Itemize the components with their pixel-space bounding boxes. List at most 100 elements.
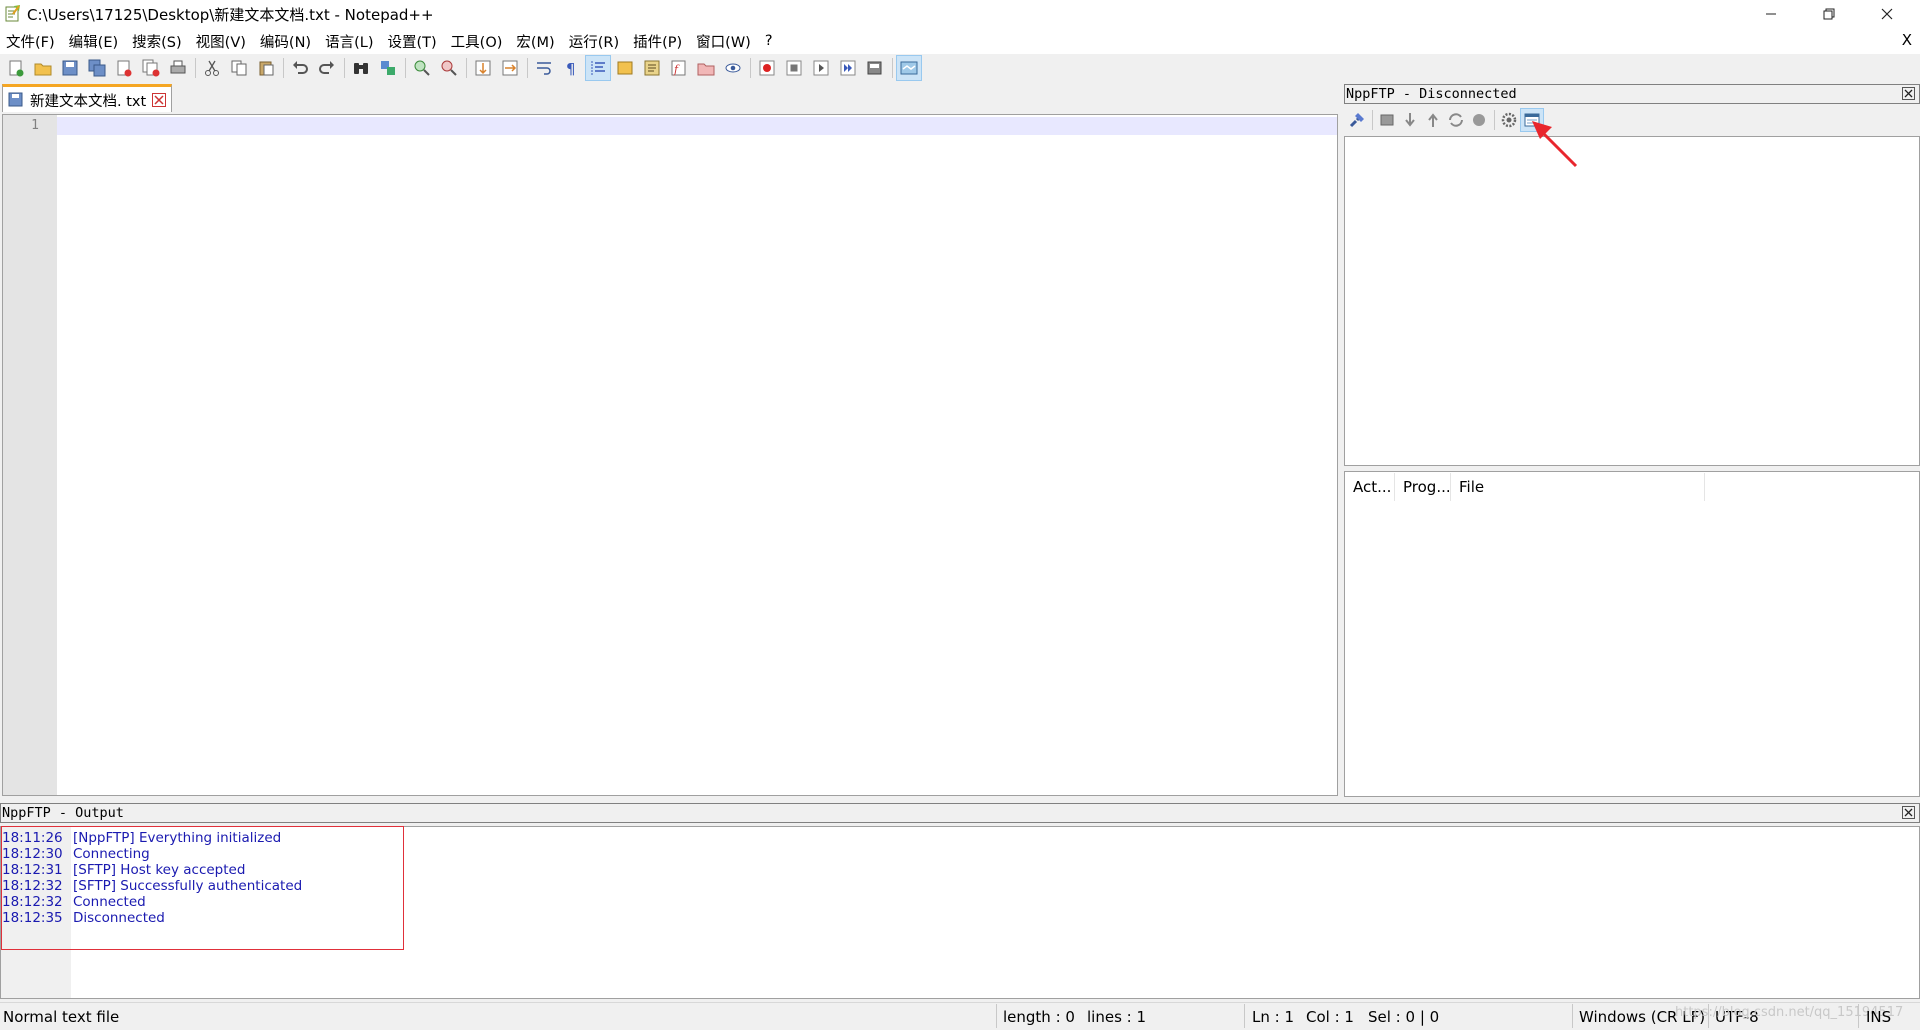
menu-file[interactable]: 文件(F) [0,31,62,52]
tab-close-icon[interactable] [152,93,166,107]
abort-icon [1473,114,1485,126]
new-file-button[interactable] [4,56,28,80]
red-arrow-annotation [1532,121,1578,168]
print-button[interactable] [166,56,190,80]
ftp-refresh-button[interactable] [1445,109,1467,131]
toolbar-separator [1372,110,1373,130]
paste-button[interactable] [254,56,278,80]
ftp-abort-button[interactable] [1468,109,1490,131]
ftp-directory-tree[interactable] [1344,136,1920,466]
menu-run[interactable]: 运行(R) [562,31,626,52]
replace-button[interactable] [376,56,400,80]
toolbar: ¶ f [0,54,1920,82]
nppftp-show-button[interactable] [896,55,922,81]
menu-bar: 文件(F) 编辑(E) 搜索(S) 视图(V) 编码(N) 语言(L) 设置(T… [0,28,1920,54]
record-macro-button[interactable] [755,56,779,80]
toolbar-separator [195,58,196,78]
user-language-icon [617,61,633,75]
record-icon [759,60,775,76]
indent-guide-button[interactable] [585,55,611,81]
ftp-upload-button[interactable] [1422,109,1444,131]
ftp-connect-button[interactable] [1346,109,1368,131]
status-insert-mode: INS [1866,1008,1892,1026]
menu-edit[interactable]: 编辑(E) [62,31,125,52]
save-macro-button[interactable] [863,56,887,80]
nppftp-caption: NppFTP - Disconnected [1346,86,1517,102]
new-file-icon [9,60,24,77]
document-map-button[interactable] [640,56,664,80]
close-all-button[interactable] [139,56,163,80]
word-wrap-button[interactable] [532,56,556,80]
find-button[interactable] [349,56,373,80]
disconnect-icon [1380,114,1394,126]
undo-button[interactable] [288,56,312,80]
menu-window[interactable]: 窗口(W) [689,31,758,52]
undo-icon [293,61,308,74]
text-editor[interactable] [2,114,1338,796]
close-icon[interactable] [1902,87,1915,100]
save-button[interactable] [58,56,82,80]
queue-column-progress[interactable]: Prog... [1395,473,1451,501]
cut-button[interactable] [200,56,224,80]
connect-icon [1349,113,1364,128]
ftp-download-button[interactable] [1399,109,1421,131]
menu-macro[interactable]: 宏(M) [509,31,561,52]
close-icon [1881,8,1893,20]
menu-tools[interactable]: 工具(O) [444,31,510,52]
status-column: Col : 1 [1306,1008,1354,1026]
copy-button[interactable] [227,56,251,80]
sync-horizontal-icon [502,60,518,76]
redo-button[interactable] [315,56,339,80]
indent-guide-icon [591,61,605,75]
menu-view[interactable]: 视图(V) [189,31,253,52]
status-separator [996,1004,997,1028]
save-all-button[interactable] [85,56,109,80]
menu-encoding[interactable]: 编码(N) [253,31,318,52]
queue-column-file[interactable]: File [1451,473,1705,501]
sync-vertical-button[interactable] [471,56,495,80]
close-button[interactable] [1858,0,1916,28]
nppftp-icon [900,61,918,75]
show-all-chars-button[interactable]: ¶ [559,56,583,80]
play-icon [813,60,829,76]
red-box-annotation [1,826,404,950]
close-file-button[interactable] [112,56,136,80]
user-language-button[interactable] [613,56,637,80]
print-icon [170,60,186,74]
ftp-transfer-queue[interactable] [1344,471,1920,797]
stop-icon [786,60,802,76]
stop-macro-button[interactable] [782,56,806,80]
output-caption-bar [0,803,1920,823]
close-icon[interactable] [1902,806,1915,819]
menu-search[interactable]: 搜索(S) [125,31,189,52]
toolbar-separator [283,58,284,78]
zoom-in-button[interactable] [410,56,434,80]
monitoring-button[interactable] [721,56,745,80]
run-macro-multiple-button[interactable] [836,56,860,80]
document-map-icon [644,60,660,76]
minimize-button[interactable] [1742,0,1800,28]
replace-icon [381,61,395,75]
cut-icon [205,60,219,76]
toolbar-separator [892,58,893,78]
ftp-settings-button[interactable] [1498,109,1520,131]
pilcrow-icon: ¶ [566,60,576,77]
refresh-icon [1449,113,1463,127]
menu-language[interactable]: 语言(L) [318,31,380,52]
sync-horizontal-button[interactable] [498,56,522,80]
menu-plugins[interactable]: 插件(P) [626,31,689,52]
folder-workspace-button[interactable] [694,56,718,80]
menu-help[interactable]: ? [758,33,780,49]
play-macro-button[interactable] [809,56,833,80]
zoom-out-button[interactable] [437,56,461,80]
ftp-disconnect-button[interactable] [1376,109,1398,131]
menu-settings[interactable]: 设置(T) [380,31,443,52]
save-macro-icon [867,61,882,75]
restore-button[interactable] [1800,0,1858,28]
open-file-button[interactable] [31,56,55,80]
function-list-button[interactable]: f [667,56,691,80]
status-line: Ln : 1 [1252,1008,1294,1026]
close-document-button[interactable]: X [1902,31,1912,49]
output-caption: NppFTP - Output [2,805,124,821]
queue-column-action[interactable]: Act... [1345,473,1395,501]
